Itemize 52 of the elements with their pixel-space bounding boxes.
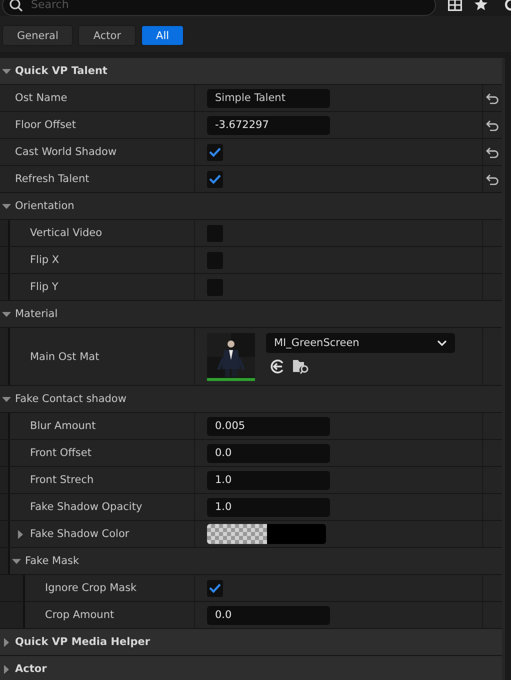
property-label: Fake Shadow Opacity [29,501,142,513]
category-title: Quick VP Media Helper [15,636,150,648]
category-title: Quick VP Talent [15,65,108,77]
category-header[interactable]: Quick VP Talent [0,58,502,85]
property-label: Crop Amount [44,609,114,621]
group-title: Fake Contact shadow [15,393,126,405]
category-header[interactable]: Actor [0,656,502,680]
property-label: Flip X [29,254,60,266]
checkbox[interactable] [207,580,223,596]
property-label: Front Offset [29,447,92,459]
value-field[interactable]: 1.0 [207,498,330,516]
property-label: Blur Amount [29,420,96,432]
reset-icon[interactable] [486,146,499,158]
value-field[interactable]: 1.0 [207,470,330,490]
property-label: Floor Offset [15,119,76,131]
group-title: Material [15,308,58,320]
use-selected-icon[interactable] [270,358,285,374]
value-field[interactable]: 0.005 [207,416,330,436]
property-label: Front Strech [29,474,94,486]
property-label: Fake Shadow Color [29,528,130,540]
checkbox[interactable] [207,170,223,188]
filter-tab[interactable]: General [2,25,74,46]
property-label: Ost Name [15,92,68,104]
category-header[interactable]: Quick VP Media Helper [0,629,502,656]
value-field[interactable]: 0.0 [207,444,330,462]
category-title: Actor [15,663,47,675]
search-field[interactable]: Search [2,0,436,16]
search-icon [9,0,23,12]
property-label: Refresh Talent [15,173,90,185]
value-field[interactable]: 0.0 [207,606,330,624]
filter-tab[interactable]: Actor [78,25,136,46]
reset-icon[interactable] [486,174,499,184]
asset-dropdown[interactable]: MI_GreenScreen [266,332,455,352]
value-field[interactable]: -3.672297 [207,116,330,134]
browse-folder-icon[interactable] [293,358,310,374]
chevron-down-icon [437,340,447,346]
value-field[interactable]: Simple Talent [207,88,330,108]
property-label: Flip Y [29,281,58,293]
grid-icon[interactable] [448,0,462,10]
property-label: Vertical Video [29,227,102,239]
property-label: Ignore Crop Mask [44,582,137,594]
filter-tab[interactable]: All [141,25,184,46]
color-swatch[interactable] [207,524,326,544]
reset-icon[interactable] [486,120,499,130]
property-label: Main Ost Mat [29,350,100,362]
group-title: Fake Mask [25,555,80,567]
group-title: Orientation [15,200,74,212]
reset-icon[interactable] [486,92,499,104]
expand-arrow-icon[interactable] [16,530,25,538]
star-icon[interactable] [474,0,488,11]
checkbox[interactable] [207,144,223,160]
property-label: Cast World Shadow [15,146,117,158]
